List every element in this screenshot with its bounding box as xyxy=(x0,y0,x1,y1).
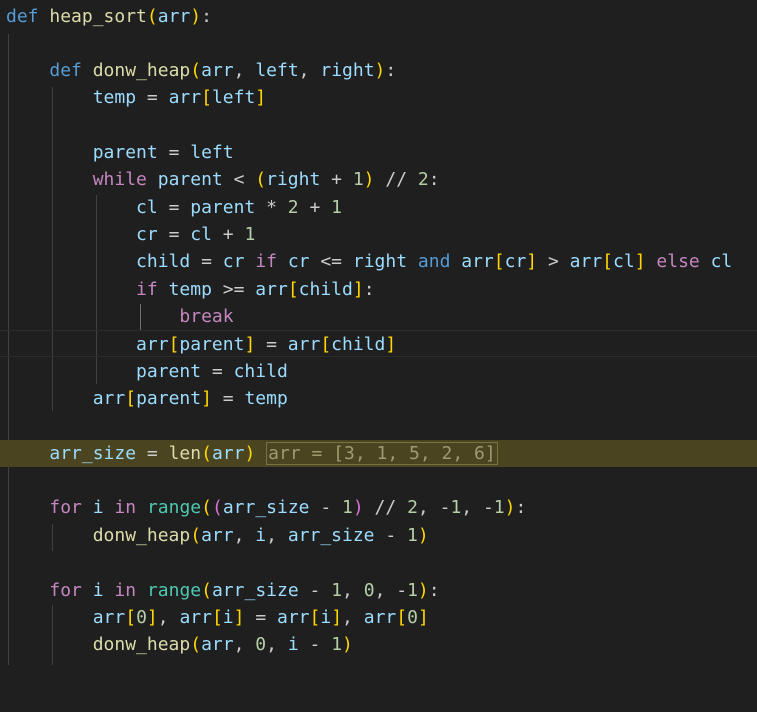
code-line[interactable]: arr[parent] = temp xyxy=(0,385,757,412)
code-line[interactable]: arr[0], arr[i] = arr[i], arr[0] xyxy=(0,604,757,631)
code-line[interactable]: temp = arr[left] xyxy=(0,84,757,111)
code-line[interactable]: for i in range(arr_size - 1, 0, -1): xyxy=(0,577,757,604)
code-line[interactable]: if temp >= arr[child]: xyxy=(0,276,757,303)
debug-current-line[interactable]: arr_size = len(arr) arr = [3, 1, 5, 2, 6… xyxy=(0,440,757,467)
code-line[interactable]: while parent < (right + 1) // 2: xyxy=(0,166,757,193)
code-line[interactable]: break xyxy=(0,303,757,330)
code-line[interactable]: cl = parent * 2 + 1 xyxy=(0,194,757,221)
code-line[interactable]: def heap_sort(arr): xyxy=(0,3,757,30)
inline-value-hint: arr = [3, 1, 5, 2, 6] xyxy=(266,442,498,465)
code-line[interactable]: parent = child xyxy=(0,358,757,385)
code-line[interactable]: donw_heap(arr, 0, i - 1) xyxy=(0,631,757,658)
code-editor[interactable]: def heap_sort(arr): def donw_heap(arr, l… xyxy=(0,0,757,665)
code-line[interactable]: child = cr if cr <= right and arr[cr] > … xyxy=(0,248,757,275)
code-line[interactable]: cr = cl + 1 xyxy=(0,221,757,248)
current-code-line[interactable]: arr[parent] = arr[child] xyxy=(0,330,757,357)
code-line[interactable]: parent = left xyxy=(0,139,757,166)
code-line[interactable]: donw_heap(arr, i, arr_size - 1) xyxy=(0,522,757,549)
code-line[interactable]: for i in range((arr_size - 1) // 2, -1, … xyxy=(0,494,757,521)
code-line[interactable]: def donw_heap(arr, left, right): xyxy=(0,57,757,84)
